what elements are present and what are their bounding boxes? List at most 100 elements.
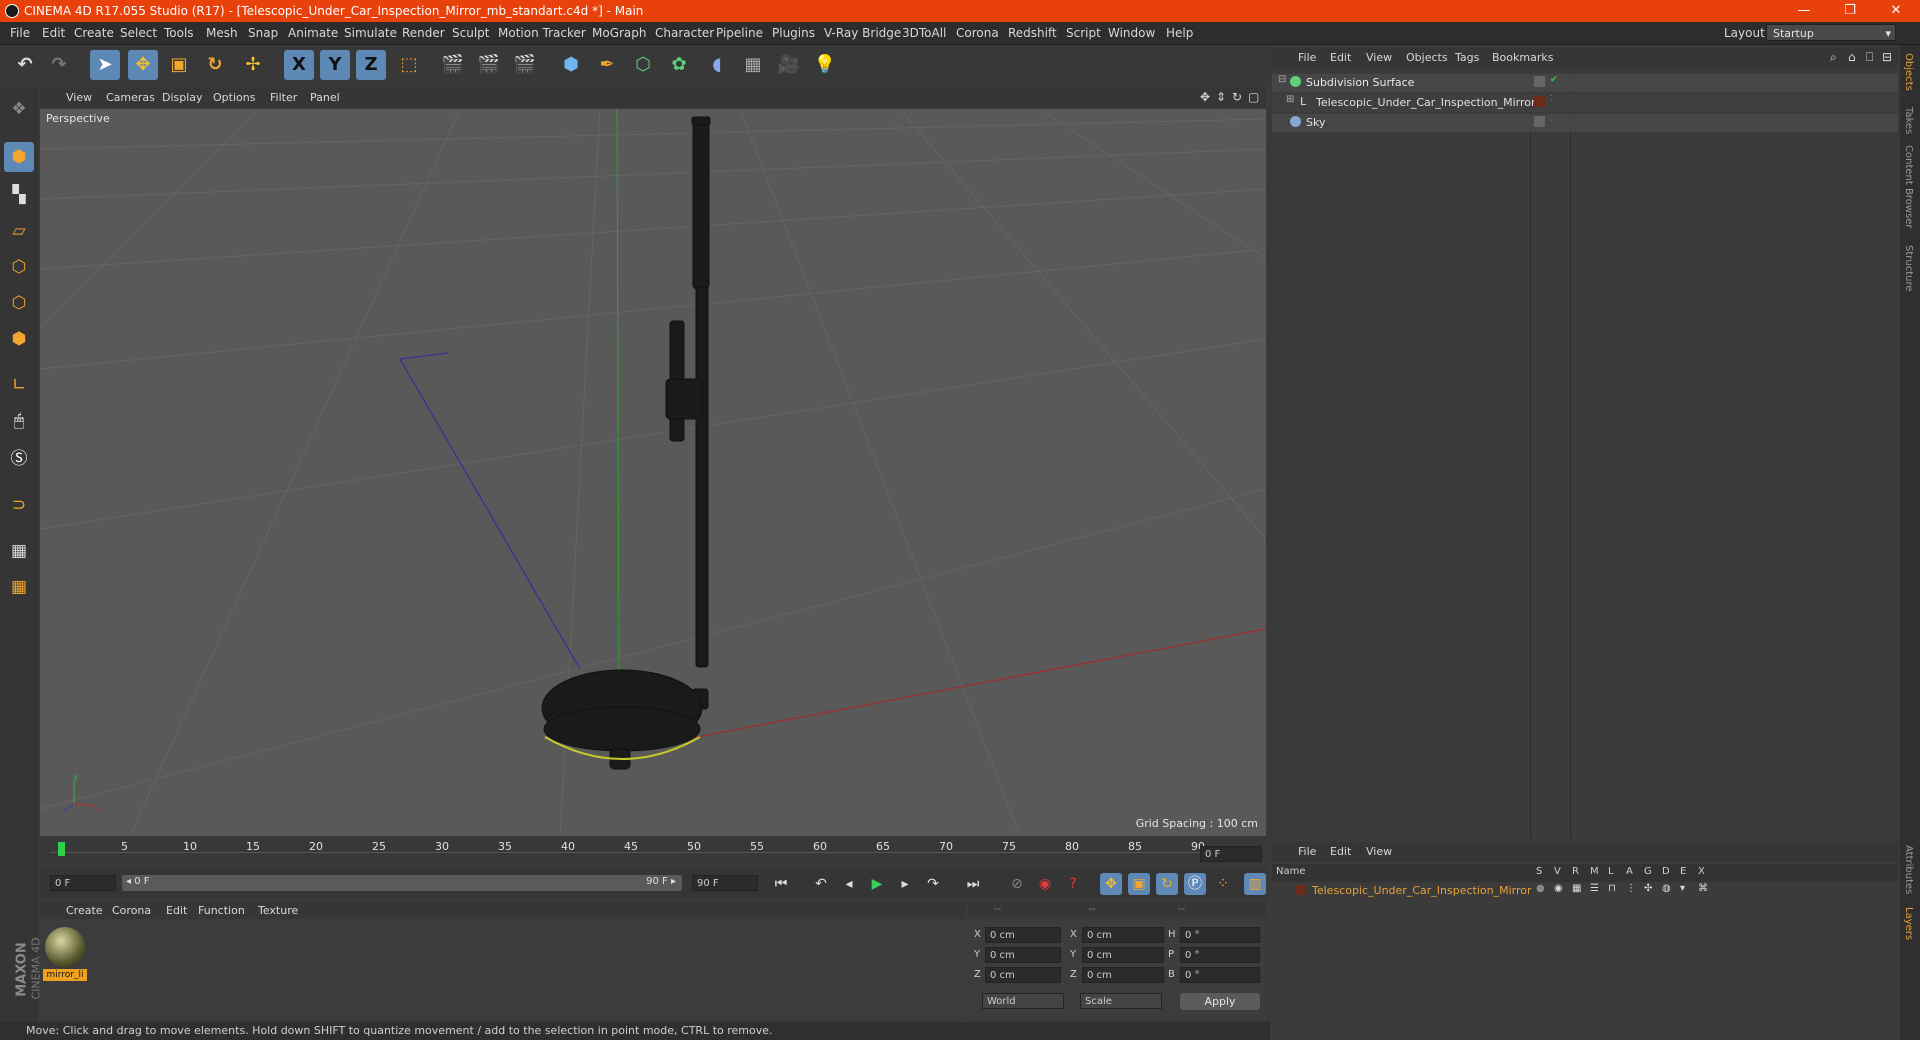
render-view-button[interactable]: 🎬 (438, 50, 468, 80)
layer-col-expressions[interactable]: E (1680, 866, 1686, 877)
maximize-button[interactable]: ❐ (1828, 0, 1872, 22)
x-axis-lock-button[interactable]: X (284, 50, 314, 80)
autokey-icon[interactable]: ? (1062, 873, 1084, 895)
texture-mode-button[interactable]: ▚ (4, 180, 34, 210)
object-menu-bookmarks[interactable]: Bookmarks (1492, 51, 1553, 64)
material-menu-function[interactable]: Function (198, 904, 245, 917)
deformers-icon[interactable]: ◍ (1662, 883, 1671, 894)
viewport-menu-options[interactable]: Options (213, 91, 255, 104)
viewport-pan-icon[interactable]: ✥ (1200, 90, 1210, 104)
subdivision-button[interactable]: ⬡ (628, 50, 658, 80)
search-icon[interactable]: ⌕ (1830, 50, 1837, 65)
tree-expand-icon[interactable]: ⊞ (1286, 94, 1294, 105)
key-scale-icon[interactable]: ▣ (1128, 873, 1150, 895)
menu-motion-tracker[interactable]: Motion Tracker (498, 26, 586, 40)
tweak-mode-button[interactable]: 🖱 (4, 406, 34, 436)
workplane-lock-button[interactable]: ▦ (4, 536, 34, 566)
rotation-h-field[interactable]: 0 ° (1180, 927, 1260, 943)
menu-create[interactable]: Create (74, 26, 114, 40)
menu-3dtoall[interactable]: 3DToAll (902, 26, 946, 40)
key-rotation-icon[interactable]: ↻ (1156, 873, 1178, 895)
size-x-field[interactable]: 0 cm (1082, 927, 1164, 943)
current-frame-field[interactable]: 0 F (1200, 846, 1262, 862)
menu-sculpt[interactable]: Sculpt (452, 26, 489, 40)
visibility-dots-icon[interactable]: ⁚ (1550, 94, 1553, 103)
tree-collapse-icon[interactable]: ⊟ (1278, 74, 1286, 85)
solo-dot-icon[interactable]: ● (1536, 883, 1545, 894)
view-eye-icon[interactable]: ◉ (1554, 883, 1563, 894)
close-button[interactable]: ✕ (1874, 0, 1918, 22)
key-position-icon[interactable]: ✥ (1100, 873, 1122, 895)
workplane-align-button[interactable]: ▦ (4, 572, 34, 602)
motion-record-icon[interactable]: ⊘ (1006, 873, 1028, 895)
layer-menu-file[interactable]: File (1298, 845, 1316, 858)
z-axis-lock-button[interactable]: Z (356, 50, 386, 80)
viewport-menu-filter[interactable]: Filter (270, 91, 297, 104)
tab-layers[interactable]: Layers (1903, 907, 1914, 940)
layer-menu-edit[interactable]: Edit (1330, 845, 1351, 858)
tab-objects[interactable]: Objects (1903, 53, 1914, 91)
layer-col-animation[interactable]: A (1626, 866, 1633, 877)
step-back-icon[interactable]: ◂ (838, 873, 860, 895)
render-settings-button[interactable]: 🎬 (510, 50, 540, 80)
viewport-maximize-icon[interactable]: ▢ (1248, 90, 1259, 104)
material-menu-edit[interactable]: Edit (166, 904, 187, 917)
redo-button[interactable]: ↷ (44, 50, 74, 80)
tab-content-browser[interactable]: Content Browser (1903, 145, 1914, 228)
layer-col-locked[interactable]: L (1608, 866, 1614, 877)
material-menu-create[interactable]: Create (66, 904, 103, 917)
move-tool-button[interactable]: ✥ (128, 50, 158, 80)
viewport-menu-view[interactable]: View (66, 91, 92, 104)
camera-button[interactable]: 🎥 (774, 50, 804, 80)
magnet-button[interactable]: ⊃ (4, 490, 34, 520)
rotate-tool-button[interactable]: ↻ (200, 50, 230, 80)
transform-tool-button[interactable]: ✢ (238, 50, 268, 80)
material-menu-corona[interactable]: Corona (112, 904, 151, 917)
y-axis-lock-button[interactable]: Y (320, 50, 350, 80)
lock-icon[interactable]: ⎕ (1866, 50, 1873, 65)
layer-col-generators[interactable]: G (1644, 866, 1652, 877)
undo-button[interactable]: ↶ (10, 50, 40, 80)
snap-button[interactable]: Ⓢ (4, 444, 34, 474)
xref-icon[interactable]: ⌘ (1698, 883, 1708, 894)
edges-mode-button[interactable]: ⬡ (4, 288, 34, 318)
object-menu-objects[interactable]: Objects (1406, 51, 1448, 64)
scale-tool-button[interactable]: ▣ (164, 50, 194, 80)
layer-row[interactable]: Telescopic_Under_Car_Inspection_Mirror ●… (1272, 882, 1898, 900)
menu-pipeline[interactable]: Pipeline (716, 26, 763, 40)
rotation-p-field[interactable]: 0 ° (1180, 947, 1260, 963)
points-mode-button[interactable]: ⬡ (4, 252, 34, 282)
layer-col-solo[interactable]: S (1536, 866, 1542, 877)
coordinate-system-button[interactable]: ⬚ (394, 50, 424, 80)
pen-spline-button[interactable]: ✒ (592, 50, 622, 80)
animation-icon[interactable]: ⋮ (1626, 883, 1636, 894)
tab-attributes[interactable]: Attributes (1903, 845, 1914, 894)
floor-button[interactable]: ▦ (738, 50, 768, 80)
menu-corona[interactable]: Corona (956, 26, 999, 40)
viewport-move-icon[interactable]: ⇕ (1216, 90, 1226, 104)
size-y-field[interactable]: 0 cm (1082, 947, 1164, 963)
rotation-b-field[interactable]: 0 ° (1180, 967, 1260, 983)
menu-help[interactable]: Help (1166, 26, 1193, 40)
playhead[interactable] (58, 842, 65, 856)
mograph-cloner-button[interactable]: ✿ (664, 50, 694, 80)
object-menu-file[interactable]: File (1298, 51, 1316, 64)
menu-script[interactable]: Script (1066, 26, 1101, 40)
model-mode-button[interactable]: ⬢ (4, 142, 34, 172)
viewport-menu-panel[interactable]: Panel (310, 91, 340, 104)
key-param-icon[interactable]: Ⓟ (1184, 873, 1206, 895)
menu-file[interactable]: File (10, 26, 30, 40)
object-menu-view[interactable]: View (1366, 51, 1392, 64)
deformer-button[interactable]: ◖ (702, 50, 732, 80)
make-editable-button[interactable]: ❖ (4, 94, 34, 124)
menu-redshift[interactable]: Redshift (1008, 26, 1057, 40)
size-z-field[interactable]: 0 cm (1082, 967, 1164, 983)
layer-menu-view[interactable]: View (1366, 845, 1392, 858)
layer-tag-icon[interactable] (1534, 76, 1545, 87)
visibility-dots-icon[interactable]: ⁚ (1550, 114, 1553, 123)
expand-icon[interactable]: ⊟ (1882, 50, 1892, 64)
minimize-button[interactable]: — (1782, 0, 1826, 22)
layer-col-deformers[interactable]: D (1662, 866, 1670, 877)
layer-color-swatch[interactable] (1296, 885, 1306, 895)
position-y-field[interactable]: 0 cm (985, 947, 1061, 963)
